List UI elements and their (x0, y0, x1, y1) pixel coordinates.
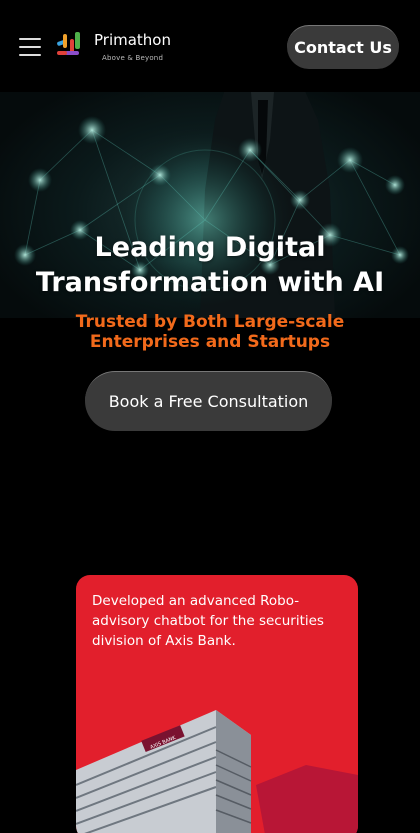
case-study-card[interactable]: Developed an advanced Robo-advisory chat… (76, 575, 358, 833)
hero-title-line-2: Transformation with AI (35, 267, 385, 298)
hero-subtitle: Trusted by Both Large-scale Enterprises … (0, 312, 420, 352)
brand-name[interactable]: Primathon (94, 31, 171, 49)
hero-title-line-1: Leading Digital (94, 232, 326, 263)
brand-tagline: Above & Beyond (102, 54, 164, 62)
menu-icon[interactable] (19, 38, 41, 56)
case-study-text: Developed an advanced Robo-advisory chat… (92, 593, 324, 649)
primathon-logo[interactable] (55, 29, 89, 63)
axis-bank-building-image: AXIS BANK (76, 710, 358, 833)
hero-subtitle-line-1: Trusted by Both Large-scale (75, 312, 345, 332)
hero-subtitle-line-2: Enterprises and Startups (89, 332, 331, 352)
top-header: Primathon Above & Beyond Contact Us (0, 0, 420, 92)
contact-us-button[interactable]: Contact Us (287, 25, 399, 69)
page: Primathon Above & Beyond Contact Us Lead… (0, 0, 420, 833)
hero-title: Leading Digital Transformation with AI (0, 230, 420, 300)
book-consultation-button[interactable]: Book a Free Consultation (85, 371, 332, 431)
